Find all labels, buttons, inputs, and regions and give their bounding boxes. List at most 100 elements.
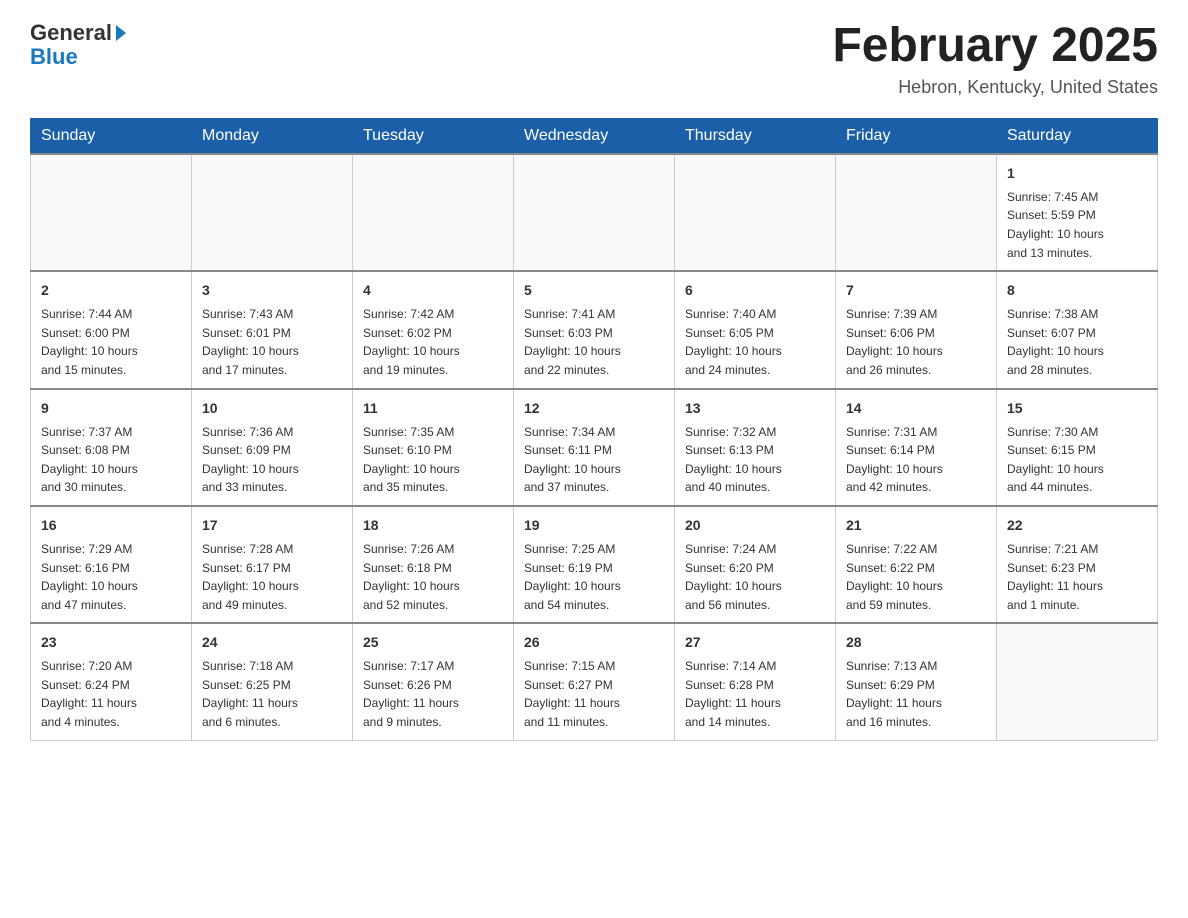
logo-arrow-icon: [116, 25, 126, 41]
day-number: 20: [685, 515, 825, 536]
day-number: 25: [363, 632, 503, 653]
day-info: Sunrise: 7:17 AMSunset: 6:26 PMDaylight:…: [363, 657, 503, 731]
calendar-cell: 4Sunrise: 7:42 AMSunset: 6:02 PMDaylight…: [353, 271, 514, 388]
day-number: 2: [41, 280, 181, 301]
calendar-cell: 27Sunrise: 7:14 AMSunset: 6:28 PMDayligh…: [675, 623, 836, 740]
col-wednesday: Wednesday: [514, 118, 675, 154]
day-info: Sunrise: 7:40 AMSunset: 6:05 PMDaylight:…: [685, 305, 825, 379]
calendar-cell: 18 Sunrise: 7:26 AMSunset: 6:18 PMDayligh…: [353, 506, 514, 623]
calendar-cell: 9Sunrise: 7:37 AMSunset: 6:08 PMDaylight…: [31, 389, 192, 506]
calendar-cell: 10Sunrise: 7:36 AMSunset: 6:09 PMDayligh…: [192, 389, 353, 506]
col-saturday: Saturday: [997, 118, 1158, 154]
logo: General Blue: [30, 20, 126, 70]
day-number: 24: [202, 632, 342, 653]
day-info: Sunrise: 7:30 AMSunset: 6:15 PMDaylight:…: [1007, 423, 1147, 497]
day-number: 8: [1007, 280, 1147, 301]
calendar-cell: [514, 154, 675, 271]
calendar-table: Sunday Monday Tuesday Wednesday Thursday…: [30, 118, 1158, 741]
day-info: Sunrise: 7:24 AMSunset: 6:20 PMDaylight:…: [685, 540, 825, 614]
day-info: Sunrise: 7:37 AMSunset: 6:08 PMDaylight:…: [41, 423, 181, 497]
day-info: Sunrise: 7:28 AMSunset: 6:17 PMDaylight:…: [202, 540, 342, 614]
calendar-cell: 7 Sunrise: 7:39 AMSunset: 6:06 PMDaylight…: [836, 271, 997, 388]
calendar-cell: [836, 154, 997, 271]
day-info: Sunrise: 7:22 AMSunset: 6:22 PMDaylight:…: [846, 540, 986, 614]
day-number: 12: [524, 398, 664, 419]
location-title: Hebron, Kentucky, United States: [832, 77, 1158, 98]
calendar-cell: 19 Sunrise: 7:25 AMSunset: 6:19 PMDayligh…: [514, 506, 675, 623]
day-info: Sunrise: 7:45 AMSunset: 5:59 PMDaylight:…: [1007, 188, 1147, 262]
calendar-cell: 17 Sunrise: 7:28 AMSunset: 6:17 PMDayligh…: [192, 506, 353, 623]
calendar-cell: 21Sunrise: 7:22 AMSunset: 6:22 PMDayligh…: [836, 506, 997, 623]
calendar-cell: [675, 154, 836, 271]
calendar-cell: [353, 154, 514, 271]
calendar-cell: 20 Sunrise: 7:24 AMSunset: 6:20 PMDayligh…: [675, 506, 836, 623]
day-number: 28: [846, 632, 986, 653]
day-number: 1: [1007, 163, 1147, 184]
calendar-week-row: 1 Sunrise: 7:45 AMSunset: 5:59 PMDaylight…: [31, 154, 1158, 271]
day-info: Sunrise: 7:39 AMSunset: 6:06 PMDaylight:…: [846, 305, 986, 379]
page-header: General Blue February 2025 Hebron, Kentu…: [30, 20, 1158, 98]
calendar-cell: 28 Sunrise: 7:13 AMSunset: 6:29 PMDayligh…: [836, 623, 997, 740]
calendar-week-row: 9Sunrise: 7:37 AMSunset: 6:08 PMDaylight…: [31, 389, 1158, 506]
day-info: Sunrise: 7:32 AMSunset: 6:13 PMDaylight:…: [685, 423, 825, 497]
day-info: Sunrise: 7:26 AMSunset: 6:18 PMDaylight:…: [363, 540, 503, 614]
day-number: 19: [524, 515, 664, 536]
day-info: Sunrise: 7:43 AMSunset: 6:01 PMDaylight:…: [202, 305, 342, 379]
calendar-cell: [192, 154, 353, 271]
logo-general-text: General: [30, 20, 112, 46]
day-number: 23: [41, 632, 181, 653]
col-tuesday: Tuesday: [353, 118, 514, 154]
day-number: 14: [846, 398, 986, 419]
day-info: Sunrise: 7:44 AMSunset: 6:00 PMDaylight:…: [41, 305, 181, 379]
day-number: 22: [1007, 515, 1147, 536]
day-number: 17: [202, 515, 342, 536]
day-info: Sunrise: 7:18 AMSunset: 6:25 PMDaylight:…: [202, 657, 342, 731]
calendar-cell: 5Sunrise: 7:41 AMSunset: 6:03 PMDaylight…: [514, 271, 675, 388]
calendar-cell: 6 Sunrise: 7:40 AMSunset: 6:05 PMDaylight…: [675, 271, 836, 388]
day-number: 5: [524, 280, 664, 301]
calendar-cell: 16Sunrise: 7:29 AMSunset: 6:16 PMDayligh…: [31, 506, 192, 623]
day-number: 15: [1007, 398, 1147, 419]
day-info: Sunrise: 7:34 AMSunset: 6:11 PMDaylight:…: [524, 423, 664, 497]
calendar-cell: 23 Sunrise: 7:20 AMSunset: 6:24 PMDayligh…: [31, 623, 192, 740]
day-number: 18: [363, 515, 503, 536]
calendar-week-row: 23 Sunrise: 7:20 AMSunset: 6:24 PMDayligh…: [31, 623, 1158, 740]
logo-general: General: [30, 20, 126, 46]
day-info: Sunrise: 7:21 AMSunset: 6:23 PMDaylight:…: [1007, 540, 1147, 614]
day-info: Sunrise: 7:36 AMSunset: 6:09 PMDaylight:…: [202, 423, 342, 497]
calendar-cell: 11 Sunrise: 7:35 AMSunset: 6:10 PMDayligh…: [353, 389, 514, 506]
day-number: 6: [685, 280, 825, 301]
day-number: 11: [363, 398, 503, 419]
calendar-cell: 15 Sunrise: 7:30 AMSunset: 6:15 PMDayligh…: [997, 389, 1158, 506]
calendar-cell: 2 Sunrise: 7:44 AMSunset: 6:00 PMDaylight…: [31, 271, 192, 388]
day-info: Sunrise: 7:25 AMSunset: 6:19 PMDaylight:…: [524, 540, 664, 614]
calendar-cell: 25 Sunrise: 7:17 AMSunset: 6:26 PMDayligh…: [353, 623, 514, 740]
day-number: 13: [685, 398, 825, 419]
day-info: Sunrise: 7:42 AMSunset: 6:02 PMDaylight:…: [363, 305, 503, 379]
day-info: Sunrise: 7:29 AMSunset: 6:16 PMDaylight:…: [41, 540, 181, 614]
calendar-cell: 24 Sunrise: 7:18 AMSunset: 6:25 PMDayligh…: [192, 623, 353, 740]
day-info: Sunrise: 7:20 AMSunset: 6:24 PMDaylight:…: [41, 657, 181, 731]
calendar-cell: 14Sunrise: 7:31 AMSunset: 6:14 PMDayligh…: [836, 389, 997, 506]
calendar-cell: [997, 623, 1158, 740]
col-thursday: Thursday: [675, 118, 836, 154]
day-info: Sunrise: 7:38 AMSunset: 6:07 PMDaylight:…: [1007, 305, 1147, 379]
calendar-cell: 8 Sunrise: 7:38 AMSunset: 6:07 PMDaylight…: [997, 271, 1158, 388]
day-info: Sunrise: 7:35 AMSunset: 6:10 PMDaylight:…: [363, 423, 503, 497]
calendar-cell: 3Sunrise: 7:43 AMSunset: 6:01 PMDaylight…: [192, 271, 353, 388]
calendar-cell: 13 Sunrise: 7:32 AMSunset: 6:13 PMDayligh…: [675, 389, 836, 506]
day-number: 26: [524, 632, 664, 653]
calendar-header-row: Sunday Monday Tuesday Wednesday Thursday…: [31, 118, 1158, 154]
calendar-week-row: 16Sunrise: 7:29 AMSunset: 6:16 PMDayligh…: [31, 506, 1158, 623]
logo-blue-text: Blue: [30, 44, 78, 70]
col-sunday: Sunday: [31, 118, 192, 154]
title-section: February 2025 Hebron, Kentucky, United S…: [832, 20, 1158, 98]
day-info: Sunrise: 7:13 AMSunset: 6:29 PMDaylight:…: [846, 657, 986, 731]
day-info: Sunrise: 7:14 AMSunset: 6:28 PMDaylight:…: [685, 657, 825, 731]
day-number: 7: [846, 280, 986, 301]
col-friday: Friday: [836, 118, 997, 154]
calendar-cell: 26Sunrise: 7:15 AMSunset: 6:27 PMDayligh…: [514, 623, 675, 740]
calendar-cell: 22 Sunrise: 7:21 AMSunset: 6:23 PMDayligh…: [997, 506, 1158, 623]
col-monday: Monday: [192, 118, 353, 154]
month-title: February 2025: [832, 20, 1158, 73]
